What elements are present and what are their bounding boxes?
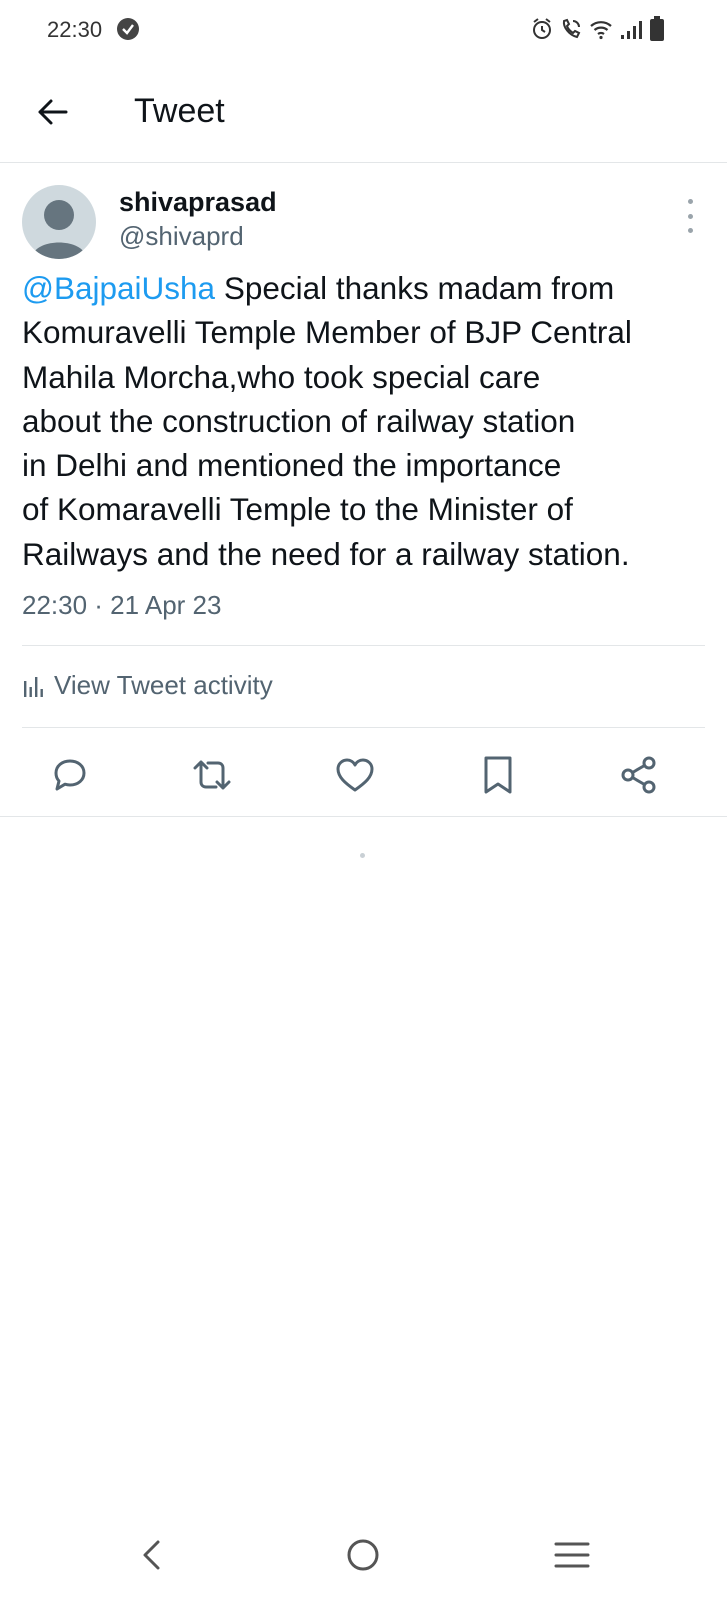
like-icon <box>336 758 374 792</box>
page-title: Tweet <box>134 92 225 130</box>
share-icon <box>621 756 656 794</box>
recents-nav-icon <box>554 1542 590 1568</box>
retweet-button[interactable] <box>189 752 235 798</box>
check-circle-icon <box>117 18 139 40</box>
app-header: Tweet <box>0 60 727 163</box>
status-bar: 22:30 <box>0 0 727 60</box>
divider <box>22 645 705 646</box>
share-button[interactable] <box>616 752 662 798</box>
back-button[interactable] <box>30 90 74 134</box>
tweet-line: Railways and the need for a railway stat… <box>22 535 630 572</box>
bookmark-button[interactable] <box>475 752 521 798</box>
analytics-icon <box>24 676 43 697</box>
retweet-icon <box>193 760 231 790</box>
loading-indicator <box>360 853 365 858</box>
more-dot <box>687 213 693 219</box>
nav-recents-button[interactable] <box>547 1530 597 1580</box>
arrow-left-icon <box>38 99 68 125</box>
activity-label: View Tweet activity <box>54 670 273 700</box>
like-button[interactable] <box>332 752 378 798</box>
tweet-line: in Delhi and mentioned the importance <box>22 447 562 484</box>
avatar[interactable] <box>22 185 96 259</box>
wifi-calling-icon <box>559 17 583 41</box>
divider <box>0 816 727 817</box>
alarm-icon <box>531 17 553 41</box>
tweet-line: Komuravelli Temple Member of BJP Central <box>22 314 632 351</box>
nav-back-button[interactable] <box>127 1530 177 1580</box>
nav-home-button[interactable] <box>338 1530 388 1580</box>
status-time: 22:30 <box>47 17 103 42</box>
reply-button[interactable] <box>47 752 93 798</box>
reply-icon <box>54 759 86 791</box>
mention-link[interactable]: @BajpaiUsha <box>22 270 215 306</box>
more-dot <box>687 228 693 233</box>
status-icons <box>531 16 665 42</box>
author-handle[interactable]: @shivaprd <box>119 221 244 252</box>
divider <box>22 727 705 728</box>
back-nav-icon <box>143 1540 160 1570</box>
tweet-line: of Komaravelli Temple to the Minister of <box>22 491 573 528</box>
tweet-line-text: Special thanks madam from <box>215 270 615 306</box>
battery-icon <box>649 16 665 42</box>
tweet-timestamp[interactable]: 22:30 · 21 Apr 23 <box>22 590 221 621</box>
bookmark-icon <box>484 756 512 794</box>
tweet-line: Mahila Morcha,who took special care <box>22 358 541 395</box>
system-nav-bar <box>0 1530 727 1600</box>
tweet-action-bar <box>0 752 727 798</box>
tweet-line: about the construction of railway statio… <box>22 402 576 439</box>
view-tweet-activity-link[interactable]: View Tweet activity <box>22 670 273 701</box>
more-options-button[interactable] <box>680 199 700 233</box>
signal-icon <box>619 18 643 40</box>
tweet-line: @BajpaiUsha Special thanks madam from <box>22 266 712 310</box>
default-avatar-icon <box>32 200 86 259</box>
author-display-name[interactable]: shivaprasad <box>119 187 277 218</box>
more-dot <box>687 199 693 204</box>
home-nav-icon <box>347 1539 379 1571</box>
tweet-text: @BajpaiUsha Special thanks madam from Ko… <box>22 266 712 576</box>
wifi-icon <box>589 18 613 40</box>
